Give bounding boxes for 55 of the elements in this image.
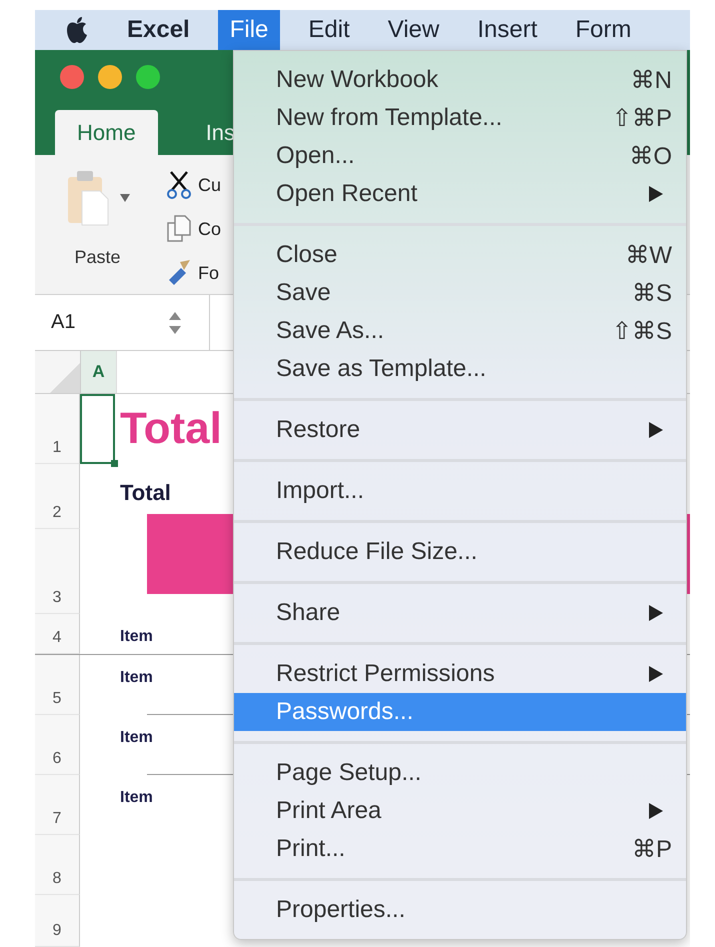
menu-title[interactable]: Edit: [296, 10, 362, 50]
copy-icon: [166, 214, 192, 244]
clipboard-command[interactable]: Cu: [166, 167, 222, 203]
column-header[interactable]: A: [81, 351, 117, 393]
caret-icon[interactable]: [120, 194, 130, 202]
row-number[interactable]: 8: [35, 835, 80, 895]
name-box[interactable]: A1: [51, 311, 169, 334]
menu-item[interactable]: Save ⌘S: [234, 274, 686, 312]
item-text: Item: [120, 628, 153, 646]
clipboard-command[interactable]: Fo: [166, 255, 222, 291]
menu-item[interactable]: Save as Template...: [234, 350, 686, 388]
menu-item[interactable]: Save As... ⇧⌘S: [234, 312, 686, 350]
ribbon-tab[interactable]: Home: [55, 110, 158, 155]
title-text: Total: [120, 404, 222, 454]
minimize-window-icon[interactable]: [98, 65, 122, 89]
close-window-icon[interactable]: [60, 65, 84, 89]
menu-item[interactable]: New from Template... ⇧⌘P: [234, 99, 686, 137]
menu-title[interactable]: Insert: [465, 10, 550, 50]
menu-title[interactable]: View: [376, 10, 452, 50]
paste-label[interactable]: Paste: [74, 247, 121, 268]
item-text: Item: [120, 669, 153, 687]
selected-cell[interactable]: [80, 394, 115, 464]
menu-item[interactable]: New Workbook ⌘N: [234, 61, 686, 99]
menu-item[interactable]: Restore: [234, 411, 686, 449]
clipboard-icon[interactable]: [66, 169, 110, 227]
row-number[interactable]: 6: [35, 715, 80, 775]
menu-item[interactable]: Print... ⌘P: [234, 830, 686, 868]
menu-item[interactable]: Import...: [234, 472, 686, 510]
app-name[interactable]: Excel: [127, 16, 190, 44]
menu-item[interactable]: Close ⌘W: [234, 236, 686, 274]
row-number[interactable]: 5: [35, 655, 80, 715]
menu-item[interactable]: Reduce File Size...: [234, 533, 686, 571]
apple-logo-icon[interactable]: [65, 16, 89, 44]
clipboard-command[interactable]: Co: [166, 211, 222, 247]
menu-item[interactable]: Open... ⌘O: [234, 137, 686, 175]
menu-item[interactable]: Restrict Permissions: [234, 655, 686, 693]
row-number[interactable]: 2: [35, 464, 80, 529]
row-number[interactable]: 3: [35, 529, 80, 614]
menu-item[interactable]: Open Recent: [234, 175, 686, 213]
row-number[interactable]: 7: [35, 775, 80, 835]
row-number[interactable]: 4: [35, 614, 80, 654]
row-number[interactable]: 1: [35, 394, 80, 464]
heading-text: Total: [120, 480, 171, 506]
scissors-icon: [166, 170, 192, 200]
row-number[interactable]: 9: [35, 895, 80, 947]
zoom-window-icon[interactable]: [136, 65, 160, 89]
menu-item[interactable]: Share: [234, 594, 686, 632]
item-text: Item: [120, 789, 153, 807]
menu-title[interactable]: Form: [563, 10, 644, 50]
menu-title[interactable]: File: [218, 10, 280, 50]
menu-item[interactable]: Page Setup...: [234, 754, 686, 792]
item-text: Item: [120, 729, 153, 747]
stepper-icon[interactable]: [169, 310, 181, 336]
menu-item[interactable]: Print Area: [234, 792, 686, 830]
menu-item[interactable]: Properties...: [234, 891, 686, 929]
